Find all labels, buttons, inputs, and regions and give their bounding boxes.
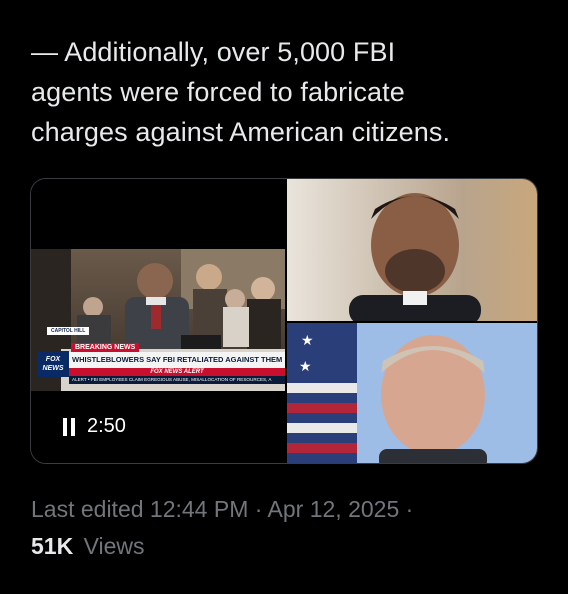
edited-timestamp[interactable]: Last edited 12:44 PM · Apr 12, 2025 · bbox=[31, 496, 413, 523]
tweet-text: — Additionally, over 5,000 FBI agents we… bbox=[31, 32, 551, 152]
views-count: 51K bbox=[31, 533, 74, 559]
tweet-text-line-3: charges against American citizens. bbox=[31, 117, 451, 147]
tweet-text-line-1: — Additionally, over 5,000 FBI bbox=[31, 37, 396, 67]
location-tag: CAPITOL HILL bbox=[47, 327, 90, 335]
news-alert-label: FOX NEWS ALERT bbox=[69, 368, 285, 376]
fox-news-logo: FOX NEWS bbox=[37, 351, 69, 377]
news-ticker: ALERT • FBI EMPLOYEES CLAIM EGREGIOUS AB… bbox=[69, 376, 285, 384]
news-headline: WHISTLEBLOWERS SAY FBI RETALIATED AGAINS… bbox=[69, 352, 285, 368]
portrait-image-2: ★ ★ bbox=[287, 323, 537, 463]
breaking-news-label: BREAKING NEWS bbox=[71, 343, 140, 352]
media-grid[interactable]: CAPITOL HILL FOX NEWS BREAKING NEWS WHIS… bbox=[30, 178, 538, 464]
views-stat: 51K Views bbox=[31, 533, 145, 560]
photo-top-right[interactable] bbox=[287, 179, 537, 321]
svg-text:★: ★ bbox=[299, 359, 312, 375]
photo-bottom-right[interactable]: ★ ★ bbox=[287, 323, 537, 463]
portrait-image-1 bbox=[287, 179, 537, 321]
video-duration: 2:50 bbox=[87, 415, 126, 437]
video-player[interactable]: CAPITOL HILL FOX NEWS BREAKING NEWS WHIS… bbox=[31, 179, 285, 463]
pause-icon[interactable] bbox=[63, 417, 75, 436]
video-controls[interactable]: 2:50 bbox=[63, 415, 126, 438]
views-label: Views bbox=[83, 533, 145, 559]
tweet-text-line-2: agents were forced to fabricate bbox=[31, 77, 405, 107]
svg-text:★: ★ bbox=[301, 333, 314, 349]
